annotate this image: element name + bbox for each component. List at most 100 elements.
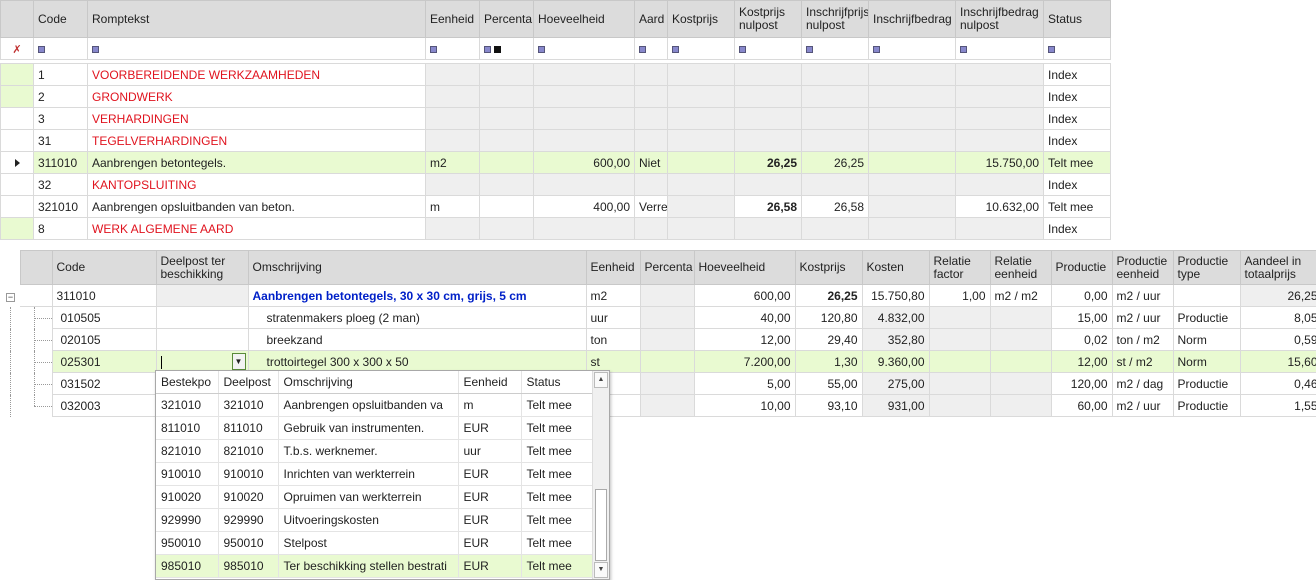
child-productie-eenheid[interactable]: m2 / dag (1111, 372, 1174, 395)
child-relatie-eenheid[interactable] (989, 394, 1052, 417)
child-percentage[interactable] (639, 372, 695, 395)
cell-kostprijs[interactable] (667, 217, 735, 240)
cell-kostprijs-nulpost[interactable]: 26,25 (734, 151, 802, 174)
cell-kostprijs[interactable] (667, 63, 735, 86)
dropdown-item[interactable]: 910010 910010 Inrichten van werkterrein EUR… (156, 462, 594, 486)
child-kostprijs[interactable]: 55,00 (794, 372, 863, 395)
cell-aard[interactable] (634, 63, 668, 86)
filter-eenheid[interactable] (425, 37, 480, 60)
child-hoeveelheid[interactable]: 10,00 (693, 394, 796, 417)
parent-row[interactable]: − 311010 Aanbrengen betontegels, 30 x 30… (0, 284, 1316, 307)
col-header-eenheid[interactable]: Eenheid (425, 0, 480, 38)
child-productie-type[interactable]: Norm (1172, 328, 1241, 351)
cell-eenheid[interactable]: m (425, 195, 480, 218)
cell-code[interactable]: 321010 (33, 195, 88, 218)
filter-hoeveelheid[interactable] (533, 37, 635, 60)
cell-kostprijs-nulpost[interactable]: 26,58 (734, 195, 802, 218)
cell-romptekst[interactable]: VOORBEREIDENDE WERKZAAMHEDEN (87, 63, 426, 86)
cell-status[interactable]: Index (1043, 107, 1111, 130)
col-header-omschrijving[interactable]: Omschrijving (247, 250, 587, 285)
table-row[interactable]: 321010 Aanbrengen opsluitbanden van beton… (0, 195, 1111, 218)
child-kostprijs[interactable]: 120,80 (794, 306, 863, 329)
child-deelpost[interactable] (155, 306, 249, 329)
cell-code[interactable]: 8 (33, 217, 88, 240)
dropdown-item[interactable]: 910020 910020 Opruimen van werkterrein EUR T… (156, 485, 594, 509)
cell-hoeveelheid[interactable] (533, 63, 635, 86)
cell-eenheid[interactable]: m2 (425, 151, 480, 174)
filter-percentage[interactable] (479, 37, 534, 60)
cell-status[interactable]: Telt mee (1043, 195, 1111, 218)
parent-productie[interactable]: 0,00 (1050, 284, 1113, 307)
cell-code[interactable]: 32 (33, 173, 88, 196)
checkbox-icon[interactable] (494, 45, 502, 53)
cell-aard[interactable] (634, 173, 668, 196)
col-header-productie-eenheid[interactable]: Productie eenheid (1111, 250, 1174, 285)
cell-inschrijfbedrag[interactable] (868, 217, 956, 240)
cell-inschrijfbedrag-nulpost[interactable] (955, 107, 1044, 130)
cell-inschrijfbedrag[interactable] (868, 195, 956, 218)
table-row[interactable]: 1 VOORBEREIDENDE WERKZAAMHEDEN Index (0, 63, 1111, 86)
cell-eenheid[interactable] (425, 129, 480, 152)
row-indicator[interactable] (0, 173, 34, 196)
cell-percentage[interactable] (479, 217, 534, 240)
col-header-inschrijfbedrag-nulpost[interactable]: Inschrijfbedrag nulpost (955, 0, 1044, 38)
parent-deelpost[interactable] (155, 284, 249, 307)
col-header-hoeveelheid[interactable]: Hoeveelheid (693, 250, 796, 285)
cell-kostprijs[interactable] (667, 195, 735, 218)
cell-percentage[interactable] (479, 129, 534, 152)
cell-kostprijs-nulpost[interactable] (734, 129, 802, 152)
col-header-aandeel[interactable]: Aandeel in totaalprijs (1239, 250, 1316, 285)
cell-eenheid[interactable] (425, 217, 480, 240)
child-aandeel[interactable]: 1,55 (1239, 394, 1316, 417)
cell-kostprijs-nulpost[interactable] (734, 217, 802, 240)
cell-inschrijfbedrag[interactable] (868, 173, 956, 196)
parent-kostprijs[interactable]: 26,25 (794, 284, 863, 307)
child-hoeveelheid[interactable]: 40,00 (693, 306, 796, 329)
dropdown-scrollbar[interactable]: ▲ ▼ (592, 371, 609, 579)
child-eenheid[interactable]: ton (585, 328, 641, 351)
cell-aard[interactable]: Niet (634, 151, 668, 174)
cell-status[interactable]: Index (1043, 63, 1111, 86)
col-header-deelpost[interactable]: Deelpost ter beschikking (155, 250, 249, 285)
dropdown-item[interactable]: 950010 950010 Stelpost EUR Telt mee (156, 531, 594, 555)
cell-romptekst[interactable]: WERK ALGEMENE AARD (87, 217, 426, 240)
col-header-percentage[interactable]: Percenta (479, 0, 534, 38)
child-productie[interactable]: 15,00 (1050, 306, 1113, 329)
cell-inschrijfbedrag-nulpost[interactable] (955, 173, 1044, 196)
scroll-down-icon[interactable]: ▼ (594, 562, 608, 578)
cell-romptekst[interactable]: KANTOPSLUITING (87, 173, 426, 196)
cell-romptekst[interactable]: Aanbrengen opsluitbanden van beton. (87, 195, 426, 218)
cell-status[interactable]: Telt mee (1043, 151, 1111, 174)
child-omschrijving[interactable]: breekzand (247, 328, 587, 351)
cell-code[interactable]: 2 (33, 85, 88, 108)
child-code[interactable]: 025301 (51, 350, 157, 373)
child-code[interactable]: 010505 (51, 306, 157, 329)
row-indicator[interactable] (0, 129, 34, 152)
cell-status[interactable]: Index (1043, 217, 1111, 240)
cell-eenheid[interactable] (425, 63, 480, 86)
cell-kostprijs-nulpost[interactable] (734, 85, 802, 108)
filter-status[interactable] (1043, 37, 1111, 60)
cell-status[interactable]: Index (1043, 129, 1111, 152)
cell-aard[interactable] (634, 217, 668, 240)
row-indicator[interactable] (0, 217, 34, 240)
child-productie-type[interactable]: Productie (1172, 306, 1241, 329)
child-kosten[interactable]: 275,00 (861, 372, 930, 395)
col-header-inschrijfbedrag[interactable]: Inschrijfbedrag (868, 0, 956, 38)
child-relatie-eenheid[interactable] (989, 306, 1052, 329)
parent-relatie-factor[interactable]: 1,00 (928, 284, 991, 307)
child-kostprijs[interactable]: 29,40 (794, 328, 863, 351)
cell-code[interactable]: 311010 (33, 151, 88, 174)
cell-inschrijfbedrag-nulpost[interactable] (955, 85, 1044, 108)
child-hoeveelheid[interactable]: 12,00 (693, 328, 796, 351)
cell-percentage[interactable] (479, 85, 534, 108)
scroll-thumb[interactable] (595, 489, 607, 561)
row-indicator[interactable] (0, 85, 34, 108)
child-relatie-factor[interactable] (928, 306, 991, 329)
child-code[interactable]: 020105 (51, 328, 157, 351)
child-productie-eenheid[interactable]: st / m2 (1111, 350, 1174, 373)
child-kosten[interactable]: 4.832,00 (861, 306, 930, 329)
child-relatie-eenheid[interactable] (989, 372, 1052, 395)
col-header-code[interactable]: Code (51, 250, 157, 285)
cell-eenheid[interactable] (425, 85, 480, 108)
